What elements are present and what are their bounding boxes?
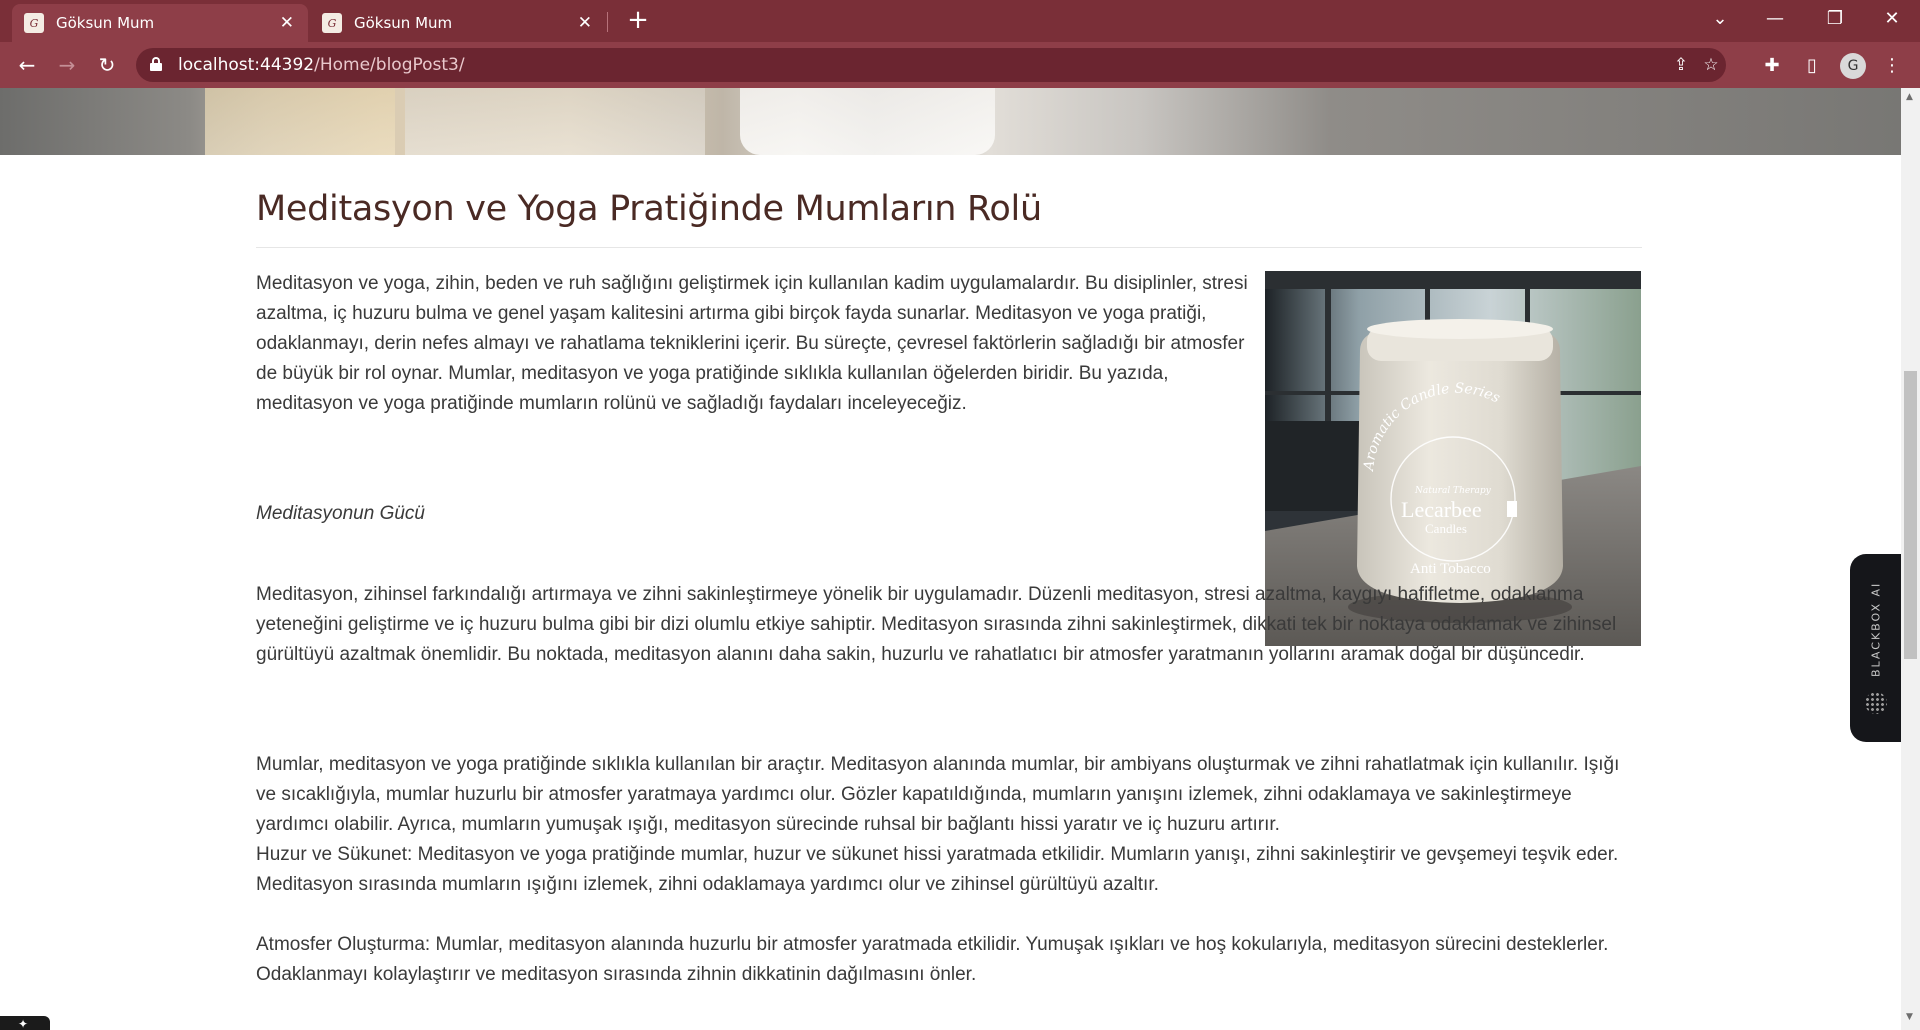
section-subheading: Meditasyonun Gücü [256,503,425,524]
tab-title: Göksun Mum [56,14,155,32]
intro-paragraph: Meditasyon ve yoga, zihin, beden ve ruh … [256,273,1248,414]
close-tab-icon[interactable]: ✕ [280,14,294,32]
atmosphere-paragraph: Atmosfer Oluşturma: Mumlar, meditasyon a… [256,934,1609,985]
post-title: Meditasyon ve Yoga Pratiğinde Mumların R… [256,189,1042,229]
lock-icon[interactable] [150,57,162,71]
title-divider [256,247,1642,248]
extensions-puzzle-icon[interactable]: ✚ [1760,54,1784,78]
new-tab-plus-icon[interactable]: + [626,7,650,33]
hero-banner-image [0,88,1901,155]
side-panel-icon[interactable]: ▯ [1800,54,1824,78]
url-text[interactable]: localhost:44392/Home/blogPost3/ [178,55,465,75]
tab-search-chevron-icon[interactable]: ⌄ [1700,0,1740,40]
blackbox-ai-extension-panel[interactable]: BLACKBOX AI [1850,554,1901,742]
restore-icon[interactable]: ❐ [1815,0,1855,40]
jar-product-name: Anti Tobacco [1410,561,1491,577]
profile-avatar[interactable]: G [1840,53,1866,79]
browser-toolbar: ← → ↻ localhost:44392/Home/blogPost3/ ⇪ … [0,42,1920,88]
blackbox-logo-icon [1865,692,1887,714]
candles-paragraph: Mumlar, meditasyon ve yoga pratiğinde sı… [256,754,1620,835]
menu-kebab-icon[interactable]: ⋮ [1880,54,1904,78]
share-icon[interactable]: ⇪ [1670,54,1692,76]
close-tab-icon[interactable]: ✕ [578,14,592,32]
blackbox-label: BLACKBOX AI [1869,581,1883,677]
close-window-icon[interactable]: ✕ [1872,0,1912,40]
scrollbar-thumb[interactable] [1904,371,1917,659]
address-bar[interactable]: localhost:44392/Home/blogPost3/ ⇪ ☆ [136,48,1726,82]
bookmark-star-icon[interactable]: ☆ [1700,54,1722,76]
peace-paragraph: Huzur ve Sükunet: Meditasyon ve yoga pra… [256,844,1619,895]
reload-icon[interactable]: ↻ [94,52,120,78]
tab-goksun-mum-2[interactable]: G Göksun Mum ✕ [310,4,606,42]
site-favicon-icon: G [24,13,44,33]
tab-title: Göksun Mum [354,14,453,32]
page-scrollbar[interactable]: ▲ ▼ [1901,88,1920,1030]
scroll-down-arrow-icon[interactable]: ▼ [1906,1012,1913,1022]
meditation-paragraph: Meditasyon, zihinsel farkındalığı artırm… [256,584,1617,665]
tab-strip: G Göksun Mum ✕ G Göksun Mum ✕ + ⌄ — ❐ ✕ [0,0,1920,42]
jar-small-text: Natural Therapy [1414,486,1492,496]
bottom-corner-widget-icon[interactable]: ✦ [0,1016,50,1030]
minimize-icon[interactable]: — [1755,0,1795,40]
forward-arrow-icon[interactable]: → [54,52,80,78]
jar-brand-sub: Candles [1425,521,1467,536]
page-viewport: Meditasyon ve Yoga Pratiğinde Mumların R… [0,88,1901,1030]
jar-brand: Lecarbee [1401,497,1482,522]
scroll-up-arrow-icon[interactable]: ▲ [1906,92,1913,102]
tab-goksun-mum-1[interactable]: G Göksun Mum ✕ [12,4,308,42]
back-arrow-icon[interactable]: ← [14,52,40,78]
tab-separator [607,12,608,32]
site-favicon-icon: G [322,13,342,33]
